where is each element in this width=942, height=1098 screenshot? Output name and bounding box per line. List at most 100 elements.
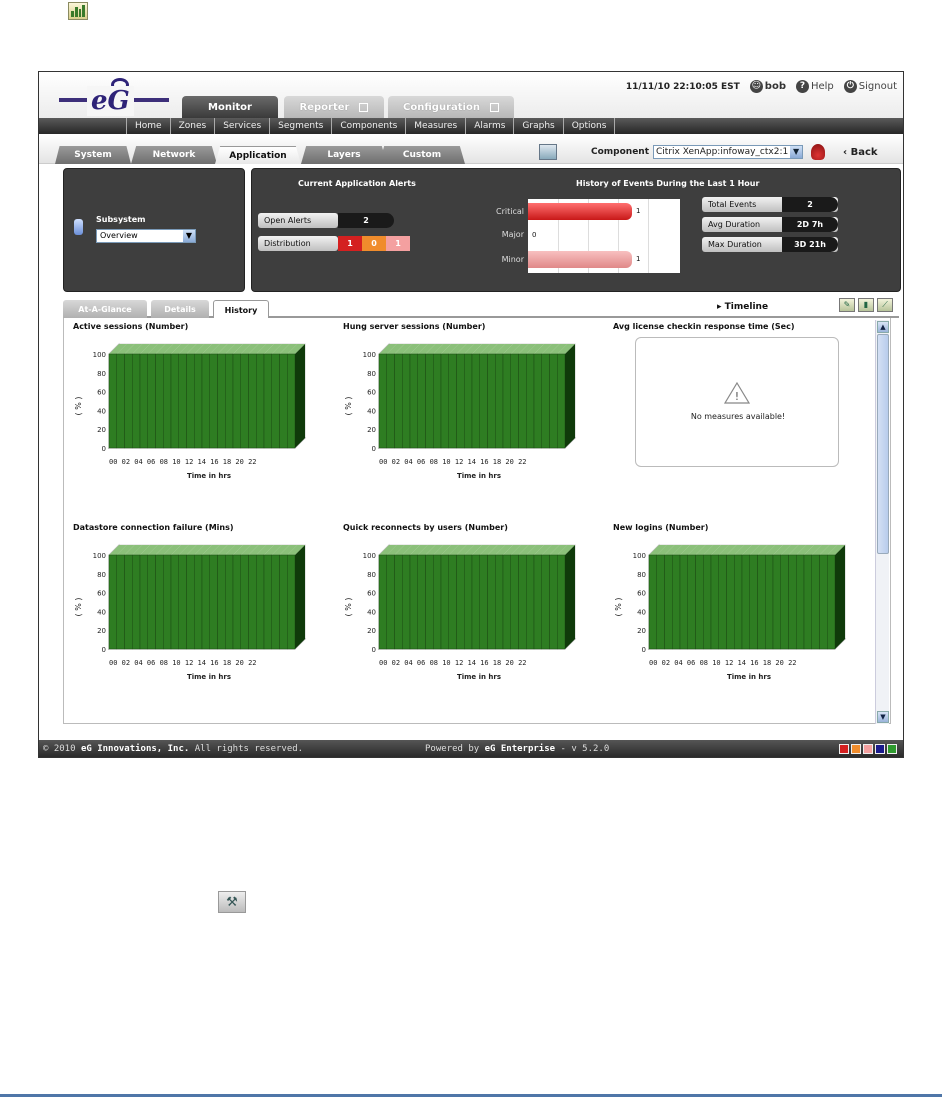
header: eG Monitor Reporter Configuration 11/11/… — [39, 72, 903, 118]
nav-components[interactable]: Components — [332, 118, 407, 134]
signout-link[interactable]: ⏻ Signout — [843, 80, 897, 93]
critical-count: 1 — [636, 207, 641, 215]
dist-critical[interactable]: 1 — [338, 236, 362, 251]
eg-logo[interactable]: eG — [59, 78, 169, 116]
chart-hung-sessions[interactable]: 100 80 60 40 20 0 ( % ) 00 02 04 06 08 10 12 14… — [339, 334, 599, 494]
back-button[interactable]: ‹ Back — [843, 147, 878, 158]
y-tick-label: 100 — [93, 351, 106, 359]
y-tick-label: 0 — [102, 445, 106, 453]
chart-active-sessions[interactable]: 100 80 60 40 20 0 ( % ) 00 02 04 06 08 10 12 14… — [69, 334, 329, 494]
nav-graphs[interactable]: Graphs — [514, 118, 564, 134]
tab-configuration[interactable]: Configuration — [388, 96, 514, 118]
user-menu[interactable]: ☺ bob — [749, 80, 786, 93]
nav-segments[interactable]: Segments — [270, 118, 333, 134]
help-link[interactable]: ? Help — [795, 80, 834, 93]
major-count: 0 — [532, 231, 537, 239]
major-label: Major — [501, 230, 524, 239]
bar-graph-icon[interactable]: ▮ — [858, 298, 874, 312]
graph-title: Avg license checkin response time (Sec) — [613, 322, 795, 331]
nav-options[interactable]: Options — [564, 118, 616, 134]
chevron-down-icon: ▼ — [790, 146, 803, 158]
y-tick-label: 20 — [367, 426, 376, 434]
y-tick-label: 100 — [633, 552, 646, 560]
chevron-down-icon: ▼ — [183, 230, 195, 242]
graph-title: Quick reconnects by users (Number) — [343, 523, 508, 532]
tab-reporter[interactable]: Reporter — [284, 96, 384, 118]
x-axis-label: Time in hrs — [727, 673, 771, 681]
timestamp: 11/11/10 22:10:05 EST — [625, 81, 740, 92]
y-tick-label: 60 — [367, 590, 376, 598]
bar-graph-icon — [68, 2, 88, 20]
minor-count: 1 — [636, 255, 641, 263]
nav-home[interactable]: Home — [126, 118, 171, 134]
tab-monitor[interactable]: Monitor — [182, 96, 278, 118]
event-history-chart: 1 0 1 — [528, 199, 680, 273]
y-axis-label: ( % ) — [614, 598, 623, 617]
line-graph-icon[interactable]: ⟋ — [877, 298, 893, 312]
tab-details[interactable]: Details — [151, 300, 209, 318]
y-tick-label: 80 — [97, 370, 106, 378]
theme-swatch[interactable] — [887, 744, 897, 754]
power-icon: ⏻ — [843, 80, 857, 93]
dist-minor[interactable]: 1 — [386, 236, 410, 251]
layer-tabs-bar: System Network Application Layers Custom… — [39, 134, 903, 164]
tab-layers[interactable]: Layers — [301, 146, 387, 164]
dist-major[interactable]: 0 — [362, 236, 386, 251]
y-tick-label: 60 — [367, 389, 376, 397]
page-rule — [0, 1094, 942, 1097]
main-nav: Home Zones Services Segments Components … — [39, 118, 903, 134]
x-axis-label: Time in hrs — [457, 673, 501, 681]
subsystem-select[interactable]: Overview ▼ — [96, 229, 196, 243]
scroll-up-icon[interactable]: ▲ — [877, 321, 889, 333]
x-tick-labels: 00 02 04 06 08 10 12 14 16 18 20 22 — [379, 458, 527, 466]
y-tick-label: 100 — [93, 552, 106, 560]
theme-swatch[interactable] — [875, 744, 885, 754]
theme-swatch[interactable] — [851, 744, 861, 754]
y-tick-label: 60 — [97, 389, 106, 397]
minor-bar[interactable] — [528, 251, 632, 268]
x-axis-label: Time in hrs — [187, 673, 231, 681]
tools-icon[interactable]: ✎ — [839, 298, 855, 312]
graph-title: Active sessions (Number) — [73, 322, 189, 331]
y-tick-label: 0 — [372, 646, 376, 654]
x-tick-labels: 00 02 04 06 08 10 12 14 16 18 20 22 — [379, 659, 527, 667]
theme-swatch[interactable] — [839, 744, 849, 754]
refresh-screen-icon[interactable] — [539, 144, 557, 160]
chart-datastore-failure[interactable]: 100 80 60 40 20 0 ( % ) 00 02 04 06 08 10 12 14… — [69, 535, 329, 695]
theme-swatch[interactable] — [863, 744, 873, 754]
y-tick-label: 0 — [642, 646, 646, 654]
warning-icon: ! — [724, 382, 750, 404]
eg-monitor-window: eG Monitor Reporter Configuration 11/11/… — [38, 71, 904, 758]
tab-system[interactable]: System — [55, 146, 131, 164]
nav-zones[interactable]: Zones — [171, 118, 216, 134]
tab-custom[interactable]: Custom — [379, 146, 465, 164]
y-axis-label: ( % ) — [344, 598, 353, 617]
y-tick-label: 80 — [367, 571, 376, 579]
tab-at-a-glance[interactable]: At-A-Glance — [63, 300, 147, 318]
nav-alarms[interactable]: Alarms — [466, 118, 515, 134]
y-tick-label: 40 — [637, 608, 646, 616]
tab-network[interactable]: Network — [131, 146, 217, 164]
svg-text:!: ! — [735, 390, 739, 403]
critical-bar[interactable] — [528, 203, 632, 220]
scroll-down-icon[interactable]: ▼ — [877, 711, 889, 723]
scroll-thumb[interactable] — [877, 334, 889, 554]
y-tick-label: 40 — [97, 407, 106, 415]
graph-title: Hung server sessions (Number) — [343, 322, 486, 331]
footer: © 2010 eG Innovations, Inc. All rights r… — [39, 740, 903, 757]
tab-history[interactable]: History — [213, 300, 269, 319]
tab-application[interactable]: Application — [215, 146, 301, 164]
alerts-title: Current Application Alerts — [298, 179, 416, 188]
y-tick-label: 0 — [102, 646, 106, 654]
copyright: © 2010 eG Innovations, Inc. All rights r… — [43, 743, 304, 754]
component-select[interactable]: Citrix XenApp:infoway_ctx2:1 ▼ — [653, 145, 804, 159]
x-tick-labels: 00 02 04 06 08 10 12 14 16 18 20 22 — [109, 458, 257, 466]
nav-services[interactable]: Services — [215, 118, 271, 134]
chart-quick-reconnects[interactable]: 100 80 60 40 20 0 ( % ) 00 02 04 06 08 10 12 14… — [339, 535, 599, 695]
chart-new-logins[interactable]: 100 80 60 40 20 0 ( % ) 00 02 04 06 08 10 12 14… — [609, 535, 869, 695]
timeline-toggle[interactable]: ▸ Timeline — [717, 302, 768, 312]
nav-measures[interactable]: Measures — [406, 118, 467, 134]
alarm-bell-icon[interactable] — [811, 144, 826, 160]
vertical-scrollbar[interactable]: ▲ ▼ — [875, 320, 889, 724]
open-alerts-value[interactable]: 2 — [338, 213, 394, 228]
